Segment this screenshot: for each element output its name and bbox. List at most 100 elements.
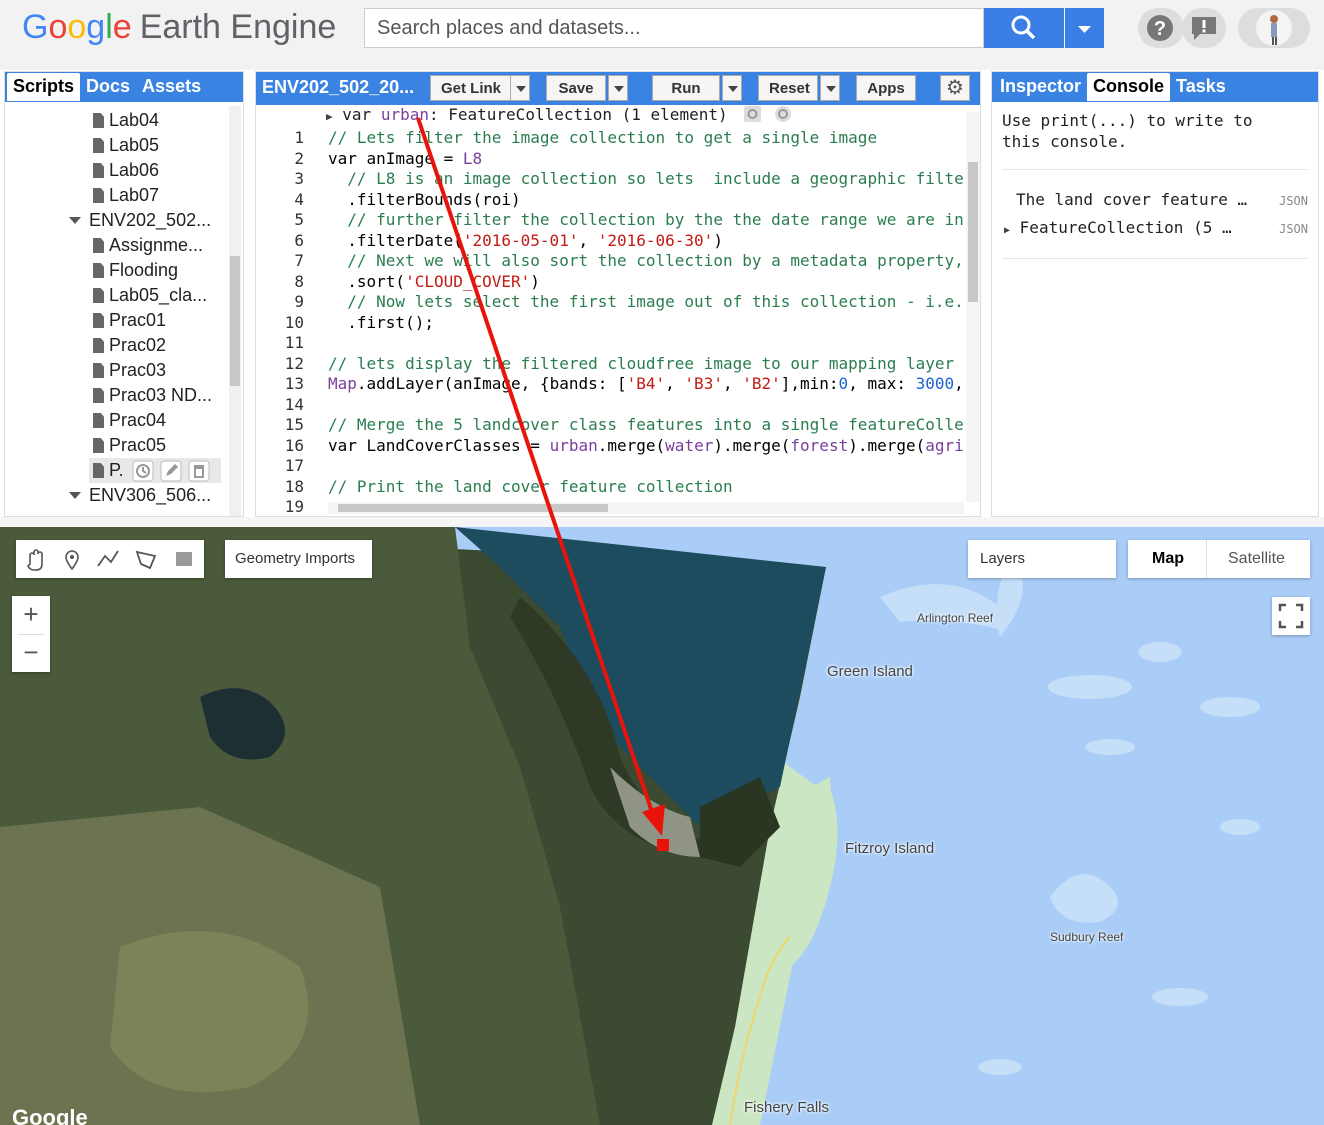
tree-scrollbar[interactable] <box>229 106 241 516</box>
tab-tasks[interactable]: Tasks <box>1170 73 1232 101</box>
save-button[interactable]: Save <box>546 75 606 101</box>
line-icon[interactable] <box>90 540 126 578</box>
editor-horizontal-scrollbar[interactable] <box>328 502 964 514</box>
account-button[interactable] <box>1238 8 1310 48</box>
tree-folder-item[interactable]: ENV306_506... <box>69 483 211 508</box>
rectangle-icon[interactable] <box>166 540 202 578</box>
caret-right-icon[interactable]: ▶ <box>326 110 333 123</box>
tree-file-item[interactable]: Assignme... <box>93 233 203 258</box>
code-line: // lets display the filtered cloudfree i… <box>328 354 964 373</box>
editor-vscroll-thumb[interactable] <box>968 162 978 302</box>
tree-item-label: Prac05 <box>109 435 167 455</box>
marker-icon[interactable] <box>54 540 90 578</box>
code-token: , <box>665 374 685 393</box>
code-area[interactable]: // Lets filter the image collection to g… <box>328 128 964 514</box>
panel-splitter[interactable] <box>0 517 1324 527</box>
map-type-map[interactable]: Map <box>1152 550 1184 568</box>
google-watermark: Google <box>12 1105 88 1125</box>
file-icon <box>93 263 104 278</box>
feedback-button[interactable] <box>1182 8 1226 48</box>
line-number: 10 <box>284 312 304 332</box>
get-link-button[interactable]: Get Link <box>430 75 513 101</box>
reset-button[interactable]: Reset <box>758 75 818 101</box>
tab-console[interactable]: Console <box>1087 73 1171 101</box>
tab-inspector[interactable]: Inspector <box>994 73 1087 101</box>
var-type: : FeatureCollection (1 element) <box>428 105 728 124</box>
code-token: L8 <box>462 148 483 168</box>
help-icon: ? <box>1147 15 1173 41</box>
tree-file-item[interactable]: Prac04 <box>93 408 166 433</box>
code-token: water <box>665 435 714 455</box>
run-dropdown[interactable] <box>722 75 742 101</box>
editor-vertical-scrollbar[interactable] <box>966 112 980 502</box>
tree-file-item[interactable]: Flooding <box>93 258 178 283</box>
caret-right-icon[interactable]: ▶ <box>1004 225 1010 236</box>
file-icon <box>93 463 104 478</box>
tree-file-item[interactable]: Prac03 ND... <box>93 383 212 408</box>
import-var-summary[interactable]: ▶ var urban: FeatureCollection (1 elemen… <box>326 105 793 127</box>
tree-file-item[interactable]: Prac01 <box>93 308 166 333</box>
line-number: 12 <box>284 353 304 373</box>
code-token: , <box>954 374 964 393</box>
get-link-dropdown[interactable] <box>510 75 530 101</box>
pan-hand-icon[interactable] <box>18 540 54 578</box>
code-token: .addLayer(anImage, {bands: [ <box>356 374 627 393</box>
line-number: 2 <box>294 148 304 168</box>
zoom-in-button[interactable]: + <box>12 596 50 634</box>
tab-docs[interactable]: Docs <box>80 73 136 101</box>
history-icon[interactable] <box>132 460 154 482</box>
tree-item-label: Lab07 <box>109 185 160 205</box>
console-entry[interactable]: The land cover feature … JSON <box>1004 190 1310 216</box>
geometry-imports-button[interactable]: Geometry Imports <box>225 540 372 578</box>
logo-letter: o <box>67 8 87 46</box>
polygon-icon[interactable] <box>128 540 164 578</box>
reset-dropdown[interactable] <box>820 75 840 101</box>
tree-file-item[interactable]: Prac05 <box>93 433 166 458</box>
zoom-out-button[interactable]: − <box>12 634 50 672</box>
geometry-settings-icon[interactable] <box>743 105 763 123</box>
layers-button[interactable]: Layers <box>968 540 1116 578</box>
code-token: // L8 is an image collection so lets inc… <box>328 169 964 188</box>
apps-button[interactable]: Apps <box>856 75 916 101</box>
edit-icon[interactable] <box>160 460 182 482</box>
tab-scripts[interactable]: Scripts <box>7 73 81 101</box>
console-entry[interactable]: ▶ FeatureCollection (5 … JSON <box>1004 218 1310 244</box>
tree-folder-item[interactable]: ENV202_502... <box>69 208 211 233</box>
fullscreen-button[interactable] <box>1272 597 1310 635</box>
gear-icon[interactable]: ⚙ <box>940 75 970 101</box>
search-button[interactable] <box>984 8 1064 48</box>
tree-file-item[interactable]: Prac02 <box>93 333 166 358</box>
tab-assets[interactable]: Assets <box>136 73 207 101</box>
caret-down-icon[interactable] <box>69 217 81 224</box>
tree-file-item[interactable]: Prac03 <box>93 358 166 383</box>
caret-down-icon[interactable] <box>69 492 81 499</box>
run-button[interactable]: Run <box>652 75 720 101</box>
tree-file-item-selected[interactable]: P. <box>89 458 221 483</box>
tree-file-item[interactable]: Lab07 <box>93 183 159 208</box>
json-link[interactable]: JSON <box>1279 194 1308 208</box>
search-options-button[interactable] <box>1065 8 1104 48</box>
tree-scrollbar-thumb[interactable] <box>230 256 240 386</box>
tree-item-label: Prac02 <box>109 335 167 355</box>
line-number: 14 <box>284 394 304 414</box>
line-number: 7 <box>294 251 304 270</box>
search-input[interactable]: Search places and datasets... <box>364 8 984 48</box>
delete-icon[interactable] <box>188 460 210 482</box>
file-icon <box>93 238 104 253</box>
tree-file-item[interactable]: Lab05_cla... <box>93 283 207 308</box>
editor-hscroll-thumb[interactable] <box>338 504 608 512</box>
map-type-satellite[interactable]: Satellite <box>1228 550 1285 568</box>
toggle-divider <box>1206 540 1207 578</box>
console-entry-text: The land cover feature … <box>1016 190 1248 209</box>
tree-file-item[interactable]: Lab06 <box>93 158 159 183</box>
save-dropdown[interactable] <box>608 75 628 101</box>
script-title: ENV202_502_20... <box>262 77 415 97</box>
console-entry-text: FeatureCollection (5 … <box>1019 218 1232 237</box>
json-link[interactable]: JSON <box>1279 222 1308 236</box>
tree-file-item[interactable]: Lab05 <box>93 133 159 158</box>
help-button[interactable]: ? <box>1138 8 1184 48</box>
map-view[interactable]: Geometry Imports Layers Map Satellite + … <box>0 527 1324 1125</box>
tree-file-item[interactable]: Lab04 <box>93 108 159 133</box>
code-line: .filterBounds(roi) <box>328 190 520 209</box>
target-icon[interactable] <box>773 105 793 123</box>
